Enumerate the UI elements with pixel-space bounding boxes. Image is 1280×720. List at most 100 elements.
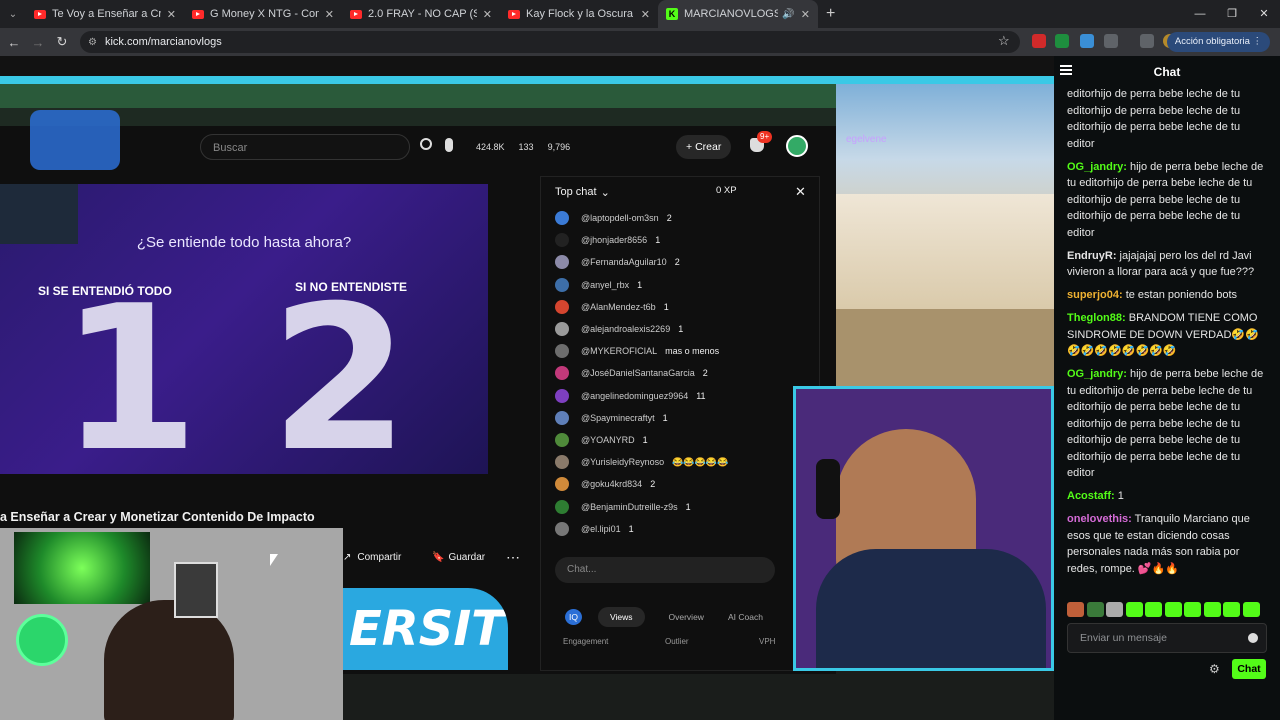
chat-message: Theglon88: BRANDOM TIENE COMO SINDROME D… [1067, 310, 1267, 360]
share-label: Compartir [357, 551, 402, 563]
university-banner: ERSITY [343, 588, 508, 670]
tab-strip: ⌄ Te Voy a Enseñar a Crear y Mon ✕ G Mone… [0, 0, 1280, 28]
reading-list-icon[interactable] [1140, 34, 1154, 48]
chat-username[interactable]: EndruyR: [1067, 250, 1117, 262]
avatar [555, 299, 569, 314]
inner-browser-tabs [0, 84, 836, 108]
chat-username[interactable]: Acostaff: [1067, 490, 1115, 502]
collapse-chat-icon[interactable] [1060, 65, 1072, 75]
tab-5-active[interactable]: K MARCIANOVLOGS Stream🔊 ✕ [658, 0, 818, 28]
slide-question: ¿Se entiende todo hasta ahora? [136, 234, 352, 251]
emote-icon[interactable] [1184, 602, 1201, 617]
tab-2[interactable]: G Money X NTG - Como Tú ( V ✕ [184, 0, 342, 28]
extension-icon[interactable] [1055, 34, 1069, 48]
stat-watching: 9,796 [547, 142, 571, 152]
maximize-icon[interactable]: ❐ [1216, 0, 1248, 28]
forward-icon[interactable]: → [26, 35, 50, 50]
emote-icon[interactable] [1242, 602, 1260, 617]
mouse-cursor-icon [270, 554, 278, 566]
chat-message: OG_jandry: hijo de perra bebe leche de t… [1067, 366, 1267, 482]
cliff-shape [836, 309, 1054, 386]
avatar [555, 322, 569, 337]
new-tab-icon[interactable]: + [826, 5, 835, 23]
close-icon[interactable]: ✕ [641, 8, 650, 21]
tab-1[interactable]: Te Voy a Enseñar a Crear y Mon ✕ [26, 0, 184, 28]
tab-title: G Money X NTG - Como Tú ( V [210, 8, 319, 20]
chat-username[interactable]: superjo04: [1067, 289, 1123, 301]
yt-chat-username: @Spayminecraftyt [581, 412, 655, 423]
overlay-chat-user: egelvene [846, 134, 887, 145]
yt-chat-text: 1 [663, 301, 669, 312]
chat-message: editorhijo de perra bebe leche de tu edi… [1067, 86, 1267, 152]
headphone-icon [816, 459, 840, 519]
avatar [555, 211, 569, 226]
bookmark-star-icon[interactable]: ☆ [998, 33, 1010, 49]
close-icon[interactable]: ✕ [801, 8, 810, 21]
emote-icon[interactable] [1145, 602, 1162, 617]
chat-username[interactable]: OG_jandry: [1067, 161, 1127, 173]
chat-settings-gear-icon[interactable]: ⚙ [1209, 662, 1220, 676]
tab-overview: Overview [668, 612, 704, 622]
profile-action-button[interactable]: Acción obligatoria ⋮ [1166, 32, 1270, 52]
yt-chat-username: @BenjaminDutreille-z9s [581, 501, 678, 512]
avatar [555, 388, 569, 403]
window-controls: — ❐ ✕ [1184, 0, 1280, 28]
site-info-icon[interactable]: ⚙ [88, 37, 97, 48]
puzzle-icon[interactable] [1104, 34, 1118, 48]
inner-browser-address [0, 108, 836, 126]
extension-icon[interactable] [1032, 34, 1046, 48]
chat-username[interactable]: OG_jandry: [1067, 368, 1127, 380]
avatar [16, 614, 68, 666]
extension-icon[interactable] [1080, 34, 1094, 48]
emoji-picker-icon[interactable] [1248, 633, 1258, 643]
chat-title: Chat [1153, 65, 1181, 79]
emote-icon[interactable] [1164, 602, 1182, 617]
close-icon[interactable]: ✕ [167, 8, 176, 21]
chat-message-text: hijo de perra bebe leche de tu editorhij… [1067, 368, 1264, 479]
yt-chat-text: mas o menos [665, 346, 720, 357]
save-button: 🔖 Guardar [432, 551, 486, 563]
emote-icon[interactable] [1125, 602, 1143, 617]
chat-username[interactable]: onelovethis: [1067, 513, 1132, 525]
tab-4[interactable]: Kay Flock y la Oscura Historia ✕ [500, 0, 658, 28]
yt-chat-text: 1 [637, 279, 643, 290]
yt-chat-row: @JoséDanielSantanaGarcia 2 [541, 362, 819, 384]
omnibox[interactable]: ⚙ kick.com/marcianovlogs [80, 31, 1020, 53]
share-button: ↗ Compartir [343, 551, 402, 563]
yt-chat-row: @AlanMendez-t6b 1 [541, 296, 819, 318]
yt-chat-text: 1 [678, 324, 684, 335]
close-icon[interactable]: ✕ [483, 8, 492, 21]
yt-chat-row: @YurisleidyReynoso 😂😂😂😂😂 [541, 451, 819, 473]
stat-likes: 133 [518, 142, 534, 152]
avatar [555, 455, 569, 470]
emote-icon[interactable] [1067, 602, 1084, 617]
avatar [555, 432, 569, 447]
emote-icon[interactable] [1223, 602, 1240, 617]
emote-icon[interactable] [1086, 602, 1104, 617]
emote-icon[interactable] [1106, 602, 1123, 617]
yt-chat-rows: @laptopdell-om3sn 2 @jhonjader8656 1 @Fernan… [541, 207, 819, 540]
close-window-icon[interactable]: ✕ [1248, 0, 1280, 28]
tab-3[interactable]: 2.0 FRAY - NO CAP (Shot by. El ✕ [342, 0, 500, 28]
back-icon[interactable]: ← [2, 35, 26, 50]
chat-username[interactable]: Theglon88: [1067, 312, 1126, 324]
stage-top-strip [0, 56, 1054, 76]
close-icon[interactable]: ✕ [325, 8, 334, 21]
yt-chat-text: 2 [674, 257, 680, 268]
speaker-icon[interactable]: 🔊 [782, 9, 794, 20]
kick-icon: K [666, 8, 678, 20]
yt-chat-text: 1 [662, 412, 668, 423]
emote-icon[interactable] [1203, 602, 1221, 617]
stream-video[interactable]: 424.8K 133 9,796 + Crear 9+ Buscar ¿Se e… [0, 76, 1054, 720]
chat-input-placeholder: Enviar un mensaje [1080, 632, 1167, 644]
yt-chat-text: 1 [685, 501, 691, 512]
profile-action-label: Acción obligatoria [1174, 36, 1250, 47]
emote-bar [1067, 602, 1271, 618]
send-chat-button[interactable]: Chat [1232, 659, 1266, 679]
reload-icon[interactable]: ↻ [50, 34, 74, 50]
avatar [555, 233, 569, 248]
tab-search-icon[interactable]: ⌄ [0, 0, 26, 28]
chat-message-input[interactable]: Enviar un mensaje [1067, 623, 1267, 653]
minimize-icon[interactable]: — [1184, 0, 1216, 28]
engagement-label: Engagement [563, 637, 609, 646]
